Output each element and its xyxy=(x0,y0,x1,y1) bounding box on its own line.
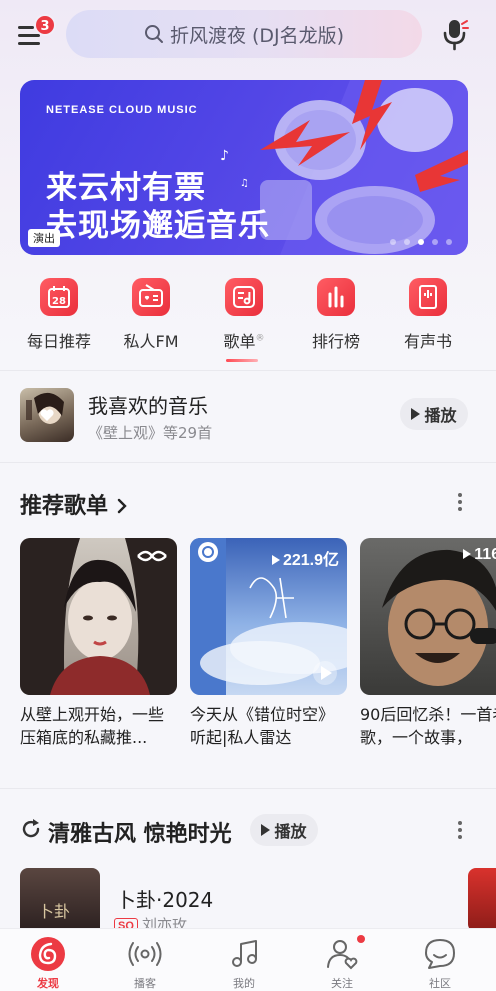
tab-follow[interactable]: 关注 xyxy=(302,935,382,991)
playlist-card[interactable]: 1166 90后回忆杀！一首老歌，一个故事， xyxy=(360,538,496,749)
svg-text:♫: ♫ xyxy=(240,178,249,189)
shortcut-label: 歌单® xyxy=(196,328,292,352)
playlist-card[interactable]: 从壁上观开始，一些压箱底的私藏推... xyxy=(20,538,177,749)
refresh-icon[interactable] xyxy=(20,818,42,840)
play-icon xyxy=(261,824,271,836)
podcast-icon xyxy=(126,935,164,973)
shortcut-fm[interactable]: 私人FM xyxy=(103,276,199,352)
tab-label: 播客 xyxy=(134,977,156,990)
playlist-cover: 221.9亿 xyxy=(190,538,347,695)
shortcut-label-text: 歌单 xyxy=(223,332,256,351)
shortcut-row: 28 每日推荐 私人FM 歌单® 排行榜 有声书 xyxy=(0,276,496,366)
menu-icon-bar xyxy=(18,42,40,45)
search-input[interactable]: 折风渡夜 (DJ名龙版) xyxy=(66,10,422,58)
section-title-text: 推荐歌单 xyxy=(20,494,109,519)
tab-community[interactable]: 社区 xyxy=(400,935,480,991)
banner-headline-2: 去现场邂逅音乐 xyxy=(46,208,270,244)
shortcut-label: 数 xyxy=(472,328,496,352)
song-title: 卜卦·2024 xyxy=(116,888,214,912)
shortcut-playlist[interactable]: 歌单® xyxy=(196,276,292,352)
shortcut-label: 有声书 xyxy=(403,332,452,351)
liked-music-row[interactable]: 我喜欢的音乐 《壁上观》等29首 播放 xyxy=(0,384,496,448)
pagination-dot[interactable] xyxy=(404,239,410,245)
shortcut-label: 私人FM xyxy=(123,332,179,351)
play-label: 播放 xyxy=(424,406,457,425)
play-count: 1166 xyxy=(463,546,496,564)
recommended-playlists-title[interactable]: 推荐歌单 xyxy=(20,488,128,520)
follow-icon xyxy=(323,935,361,973)
notification-badge: 3 xyxy=(34,14,56,36)
pagination-dot[interactable] xyxy=(390,239,396,245)
play-count: 221.9亿 xyxy=(271,546,339,570)
tab-label: 社区 xyxy=(429,977,451,990)
menu-icon-bar xyxy=(18,34,40,37)
playlist-caption: 从壁上观开始，一些压箱底的私藏推... xyxy=(20,705,165,747)
divider xyxy=(0,462,496,463)
tab-label: 发现 xyxy=(37,977,59,990)
community-icon xyxy=(421,935,459,973)
next-song-cover[interactable] xyxy=(468,868,496,932)
pagination-dot[interactable] xyxy=(432,239,438,245)
bottom-nav: 发现 播客 我的 关注 社区 xyxy=(0,928,496,991)
shortcut-label: 每日推荐 xyxy=(26,332,91,351)
liked-music-title: 我喜欢的音乐 xyxy=(88,394,208,418)
divider xyxy=(0,788,496,789)
tab-label: 我的 xyxy=(233,977,255,990)
shortcut-active-underline xyxy=(226,359,258,362)
menu-icon xyxy=(18,26,34,29)
playlist-caption: 今天从《错位时空》听起|私人雷达 xyxy=(190,705,335,747)
more-options-icon[interactable] xyxy=(452,490,468,514)
liked-music-cover xyxy=(20,388,74,442)
registered-mark: ® xyxy=(255,333,265,344)
more-options-icon[interactable] xyxy=(452,818,468,842)
voice-search-icon[interactable] xyxy=(440,18,470,52)
play-icon xyxy=(411,408,421,420)
play-count-text: 221.9亿 xyxy=(282,552,339,569)
song-cover: 卜卦 xyxy=(20,868,100,932)
divider xyxy=(0,370,496,371)
svg-text:♪: ♪ xyxy=(220,148,229,164)
calendar-date: 28 xyxy=(52,296,66,307)
playlist-cover: 1166 xyxy=(360,538,496,695)
shortcut-label: 排行榜 xyxy=(311,332,360,351)
my-music-icon xyxy=(225,935,263,973)
shortcut-daily[interactable]: 28 每日推荐 xyxy=(11,276,107,352)
search-placeholder: 折风渡夜 (DJ名龙版) xyxy=(169,24,345,47)
follow-notification-dot xyxy=(357,935,365,943)
banner-tag: 演出 xyxy=(28,229,60,247)
tab-label: 关注 xyxy=(331,977,353,990)
play-count-text: 1166 xyxy=(474,546,496,563)
song-row[interactable]: 卜卦 卜卦·2024 SQ 刘亦玫 xyxy=(0,868,496,934)
shortcut-more[interactable]: 数 xyxy=(472,276,496,352)
tab-discover[interactable]: 发现 xyxy=(8,935,88,991)
playlist-caption: 90后回忆杀！一首老歌，一个故事， xyxy=(360,705,496,747)
top-bar: 3 折风渡夜 (DJ名龙版) xyxy=(0,0,496,68)
playlist-cover xyxy=(20,538,177,695)
section2-play-button[interactable]: 播放 xyxy=(250,814,318,846)
shortcut-audiobook[interactable]: 有声书 xyxy=(380,276,476,352)
radio-icon xyxy=(132,278,170,316)
liked-music-subtitle: 《壁上观》等29首 xyxy=(88,424,213,442)
audiobook-icon xyxy=(409,278,447,316)
calendar-icon: 28 xyxy=(40,278,78,316)
play-label: 播放 xyxy=(274,822,307,841)
promo-banner[interactable]: ♪ ♫ NETEASE CLOUD MUSIC 来云村有票 去现场邂逅音乐 演出 xyxy=(20,80,468,255)
chart-bars-icon xyxy=(317,278,355,316)
tab-podcast[interactable]: 播客 xyxy=(105,935,185,991)
liked-play-button[interactable]: 播放 xyxy=(400,398,468,430)
song-cover-text: 卜卦 xyxy=(38,902,71,921)
section2-title[interactable]: 清雅古风 惊艳时光 xyxy=(48,816,232,848)
shortcut-charts[interactable]: 排行榜 xyxy=(288,276,384,352)
tab-my-music[interactable]: 我的 xyxy=(204,935,284,991)
playlist-card[interactable]: 221.9亿 今天从《错位时空》听起|私人雷达 xyxy=(190,538,347,749)
pagination-dot-active[interactable] xyxy=(418,239,424,245)
banner-brand: NETEASE CLOUD MUSIC xyxy=(46,104,198,116)
playlist-icon xyxy=(225,278,263,316)
search-icon xyxy=(144,25,163,43)
chevron-right-icon xyxy=(117,498,127,514)
pagination-dot[interactable] xyxy=(446,239,452,245)
discover-icon xyxy=(29,935,67,973)
banner-pagination xyxy=(390,239,452,245)
